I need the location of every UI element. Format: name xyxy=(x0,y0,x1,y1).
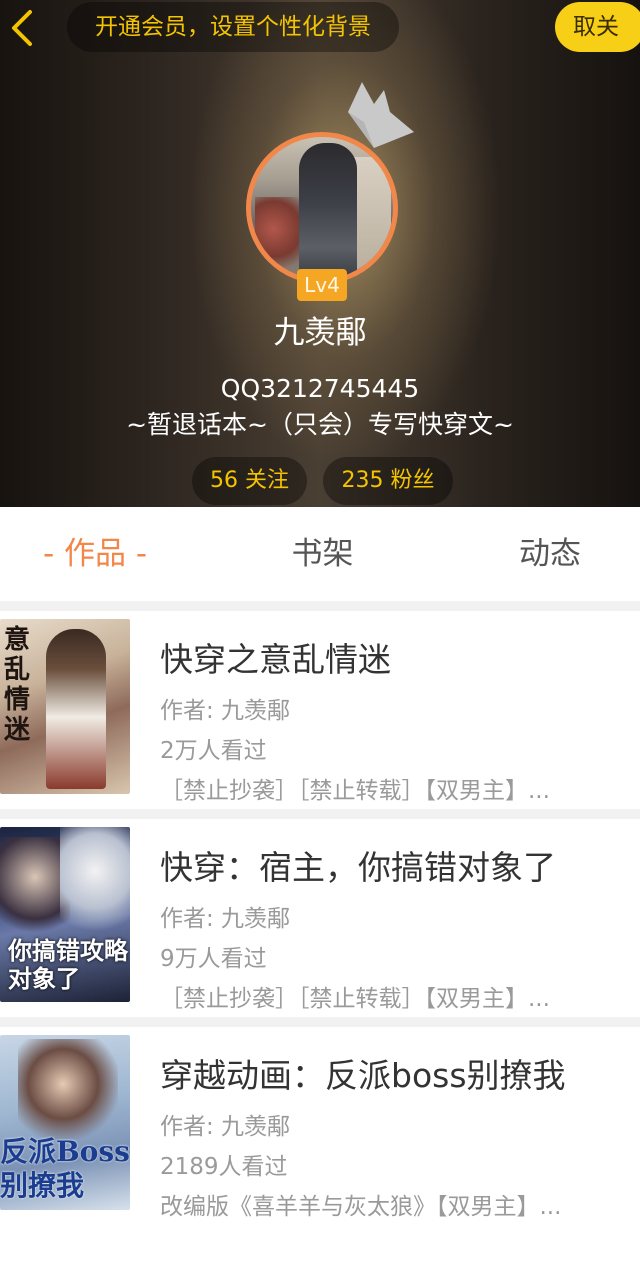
divider xyxy=(0,809,640,819)
book-item[interactable]: 你搞错攻略对象了 快穿：宿主，你搞错对象了 作者: 九羡鄅 9万人看过 ［禁止抄… xyxy=(0,819,640,1017)
profile-motto: ~暂退话本~（只会）专写快穿文~ xyxy=(126,410,514,439)
tab-moments[interactable]: 动态 xyxy=(455,507,640,601)
book-cover[interactable]: 反派Boss别撩我 xyxy=(0,1035,130,1210)
back-button[interactable] xyxy=(2,6,42,50)
book-tags: ［禁止抄袭］［禁止转载］【双男主】... xyxy=(160,986,550,1012)
book-views: 9万人看过 xyxy=(160,946,267,972)
level-badge: Lv4 xyxy=(297,269,347,301)
qq-number: QQ3212745445 xyxy=(220,374,420,403)
divider xyxy=(0,1017,640,1027)
divider xyxy=(0,601,640,611)
book-views: 2万人看过 xyxy=(160,738,267,764)
book-author: 作者: 九羡鄅 xyxy=(160,1114,291,1140)
book-item[interactable]: 反派Boss别撩我 穿越动画：反派boss别撩我 作者: 九羡鄅 2189人看过… xyxy=(0,1027,640,1225)
vip-banner[interactable]: 开通会员，设置个性化背景 xyxy=(67,2,399,52)
chevron-left-icon xyxy=(12,10,32,46)
book-title[interactable]: 快穿之意乱情迷 xyxy=(160,635,630,685)
profile-header: 开通会员，设置个性化背景 取关 Lv4 九羡鄅 QQ3212745445 ~暂退… xyxy=(0,0,640,507)
cover-title: 意乱情迷 xyxy=(4,625,31,745)
book-item[interactable]: 意乱情迷 快穿之意乱情迷 作者: 九羡鄅 2万人看过 ［禁止抄袭］［禁止转载］【… xyxy=(0,611,640,809)
tab-works[interactable]: - 作品 - xyxy=(0,507,190,601)
book-views: 2189人看过 xyxy=(160,1154,288,1180)
book-cover[interactable]: 意乱情迷 xyxy=(0,619,130,794)
book-author: 作者: 九羡鄅 xyxy=(160,698,291,724)
unfollow-button[interactable]: 取关 xyxy=(555,2,640,52)
book-tags: 改编版《喜羊羊与灰太狼》【双男主】... xyxy=(160,1194,562,1220)
avatar[interactable] xyxy=(246,132,398,284)
cover-title: 反派Boss别撩我 xyxy=(0,1135,130,1202)
book-title[interactable]: 快穿：宿主，你搞错对象了 xyxy=(160,843,630,893)
tab-bookshelf[interactable]: 书架 xyxy=(225,507,420,601)
cover-title: 你搞错攻略对象了 xyxy=(8,936,128,993)
fans-count[interactable]: 235 粉丝 xyxy=(323,457,453,505)
book-tags: ［禁止抄袭］［禁止转载］【双男主】... xyxy=(160,778,550,804)
following-count[interactable]: 56 关注 xyxy=(192,457,307,505)
nickname: 九羡鄅 xyxy=(273,315,367,351)
book-author: 作者: 九羡鄅 xyxy=(160,906,291,932)
book-cover[interactable]: 你搞错攻略对象了 xyxy=(0,827,130,1002)
book-title[interactable]: 穿越动画：反派boss别撩我 xyxy=(160,1051,630,1101)
profile-tabs: - 作品 - 书架 动态 xyxy=(0,507,640,601)
